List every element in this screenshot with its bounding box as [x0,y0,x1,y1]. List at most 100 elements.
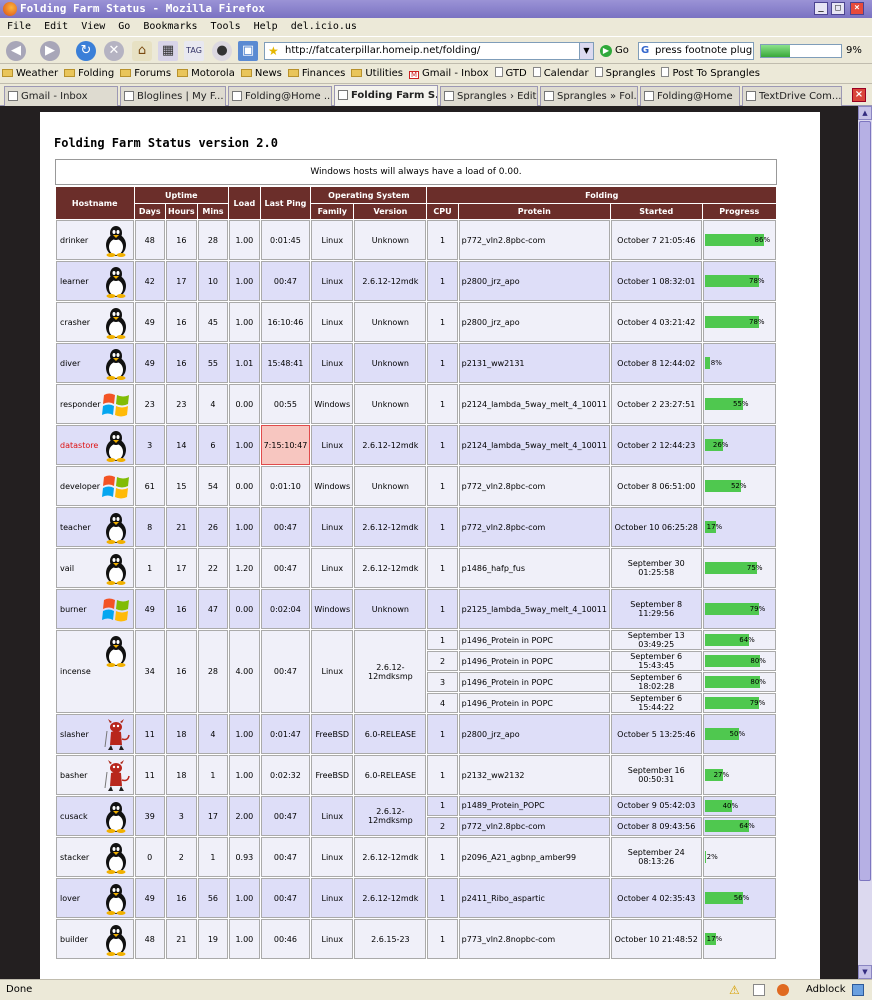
load-value: 1.00 [229,425,260,465]
bookmark-gtd[interactable]: GTD [493,64,531,84]
bookmark-post-to-sprangles[interactable]: Post To Sprangles [659,64,764,84]
menu-bar: File Edit View Go Bookmarks Tools Help del.icio… [0,18,872,36]
uptime-hours: 23 [165,384,197,424]
page-info-icon[interactable] [753,984,765,996]
bookmark-forums[interactable]: Forums [118,64,175,84]
hostname[interactable]: drinker [60,236,88,245]
home-icon[interactable]: ⌂ [132,41,152,61]
cpu-number: 1 [427,714,458,754]
progress-bar: 55% [704,398,774,410]
close-tab-icon[interactable]: × [852,88,866,102]
progress-bar: 17% [704,933,774,945]
hostname[interactable]: lover [60,894,80,903]
bookmark-calendar[interactable]: Calendar [531,64,593,84]
extension-icon[interactable]: ▦ [158,41,178,61]
maximize-icon[interactable]: □ [831,2,845,15]
hostname[interactable]: stacker [60,853,89,862]
uptime-hours: 16 [165,630,197,713]
vertical-scrollbar[interactable]: ▲ ▼ [858,106,872,979]
bookmark-folding[interactable]: Folding [62,64,118,84]
hostname[interactable]: developer [60,482,100,491]
bookmark-star-icon[interactable]: ★ [268,43,279,59]
bookmark-news[interactable]: News [239,64,286,84]
menu-delicious[interactable]: del.icio.us [284,18,363,36]
favicon-icon [444,91,454,101]
progress-cell: 64% [702,816,776,836]
minimize-icon[interactable]: _ [814,2,828,15]
bookmark-weather[interactable]: Weather [0,64,62,84]
tab-7[interactable]: Folding@Home [640,86,740,106]
stop-icon[interactable]: ✕ [104,41,124,61]
menu-help[interactable]: Help [247,18,284,36]
search-input[interactable]: G press footnote plugin [638,42,754,60]
uptime-hours: 21 [165,507,197,547]
hostname[interactable]: burner [60,605,87,614]
menu-bookmarks[interactable]: Bookmarks [136,18,203,36]
progress-cell: 80% [702,672,776,692]
tab-2[interactable]: Bloglines | My F... [120,86,226,106]
hostname[interactable]: incense [60,667,91,676]
tab-4[interactable]: Folding Farm S... [334,85,438,106]
uptime-mins: 19 [197,919,229,959]
hostname[interactable]: datastore [60,441,98,450]
tab-1[interactable]: Gmail - Inbox [4,86,118,106]
warning-icon[interactable]: ⚠ [729,984,741,996]
hostname[interactable]: teacher [60,523,91,532]
os-family: Windows [311,589,354,629]
bookmark-motorola[interactable]: Motorola [175,64,239,84]
started-time: September 13 03:49:25 [610,630,702,650]
scroll-up-icon[interactable]: ▲ [858,106,872,120]
bookmark-page-icon[interactable]: ▣ [238,41,258,61]
scrollbar-thumb[interactable] [859,121,871,881]
cpu-number: 1 [427,384,458,424]
hostname[interactable]: responder [60,400,101,409]
bookmark-sprangles[interactable]: Sprangles [593,64,660,84]
hostname[interactable]: slasher [60,730,89,739]
tab-8[interactable]: TextDrive Com... [742,86,842,106]
tab-3[interactable]: Folding@Home ... [228,86,332,106]
uptime-mins: 10 [197,261,229,301]
hostname-cell: slasher [56,714,134,754]
uptime-hours: 16 [165,589,197,629]
os-family: Windows [311,384,354,424]
uptime-mins: 1 [197,755,229,795]
url-bar[interactable]: ★ http://fatcaterpillar.homeip.net/foldi… [264,42,594,60]
menu-tools[interactable]: Tools [204,18,247,36]
bookmark-gmail-inbox[interactable]: M Gmail - Inbox [407,64,493,84]
menu-edit[interactable]: Edit [37,18,74,36]
back-icon[interactable]: ◀ [6,41,26,61]
close-window-icon[interactable]: × [850,2,864,15]
menu-view[interactable]: View [74,18,111,36]
os-family: Linux [311,343,354,383]
firefox-status-icon[interactable] [777,984,789,996]
tag-icon[interactable]: TAG [184,41,204,61]
scroll-down-icon[interactable]: ▼ [858,965,872,979]
hostname[interactable]: crasher [60,318,90,327]
adblock-label[interactable]: Adblock [806,980,846,1000]
table-row: builder 48 21 19 1.00 00:46 Linux 2.6.15-23 1 p77… [56,919,776,959]
menu-file[interactable]: File [0,18,37,36]
hostname[interactable]: vail [60,564,74,573]
bookmark-utilities[interactable]: Utilities [349,64,407,84]
header-last-ping: Last Ping [260,187,311,219]
forward-icon[interactable]: ▶ [40,41,60,61]
tab-5[interactable]: Sprangles › Edit... [440,86,538,106]
url-dropdown-icon[interactable]: ▼ [579,43,593,59]
bookmark-finances[interactable]: Finances [286,64,349,84]
hostname[interactable]: cusack [60,812,88,821]
network-icon[interactable] [852,984,864,996]
go-button[interactable]: ▶ Go [600,43,629,59]
hostname[interactable]: diver [60,359,80,368]
tab-6[interactable]: Sprangles » Fol... [540,86,638,106]
options-icon[interactable]: ● [212,41,232,61]
hostname[interactable]: learner [60,277,88,286]
hostname[interactable]: basher [60,771,87,780]
menu-go[interactable]: Go [111,18,136,36]
hostname[interactable]: builder [60,935,88,944]
progress-cell: 86% [702,220,776,260]
hostname-cell: diver [56,343,134,383]
bookmark-label: Sprangles [605,68,656,79]
reload-icon[interactable]: ↻ [76,41,96,61]
cpu-number: 1 [427,220,458,260]
firefox-logo-icon [3,2,17,16]
